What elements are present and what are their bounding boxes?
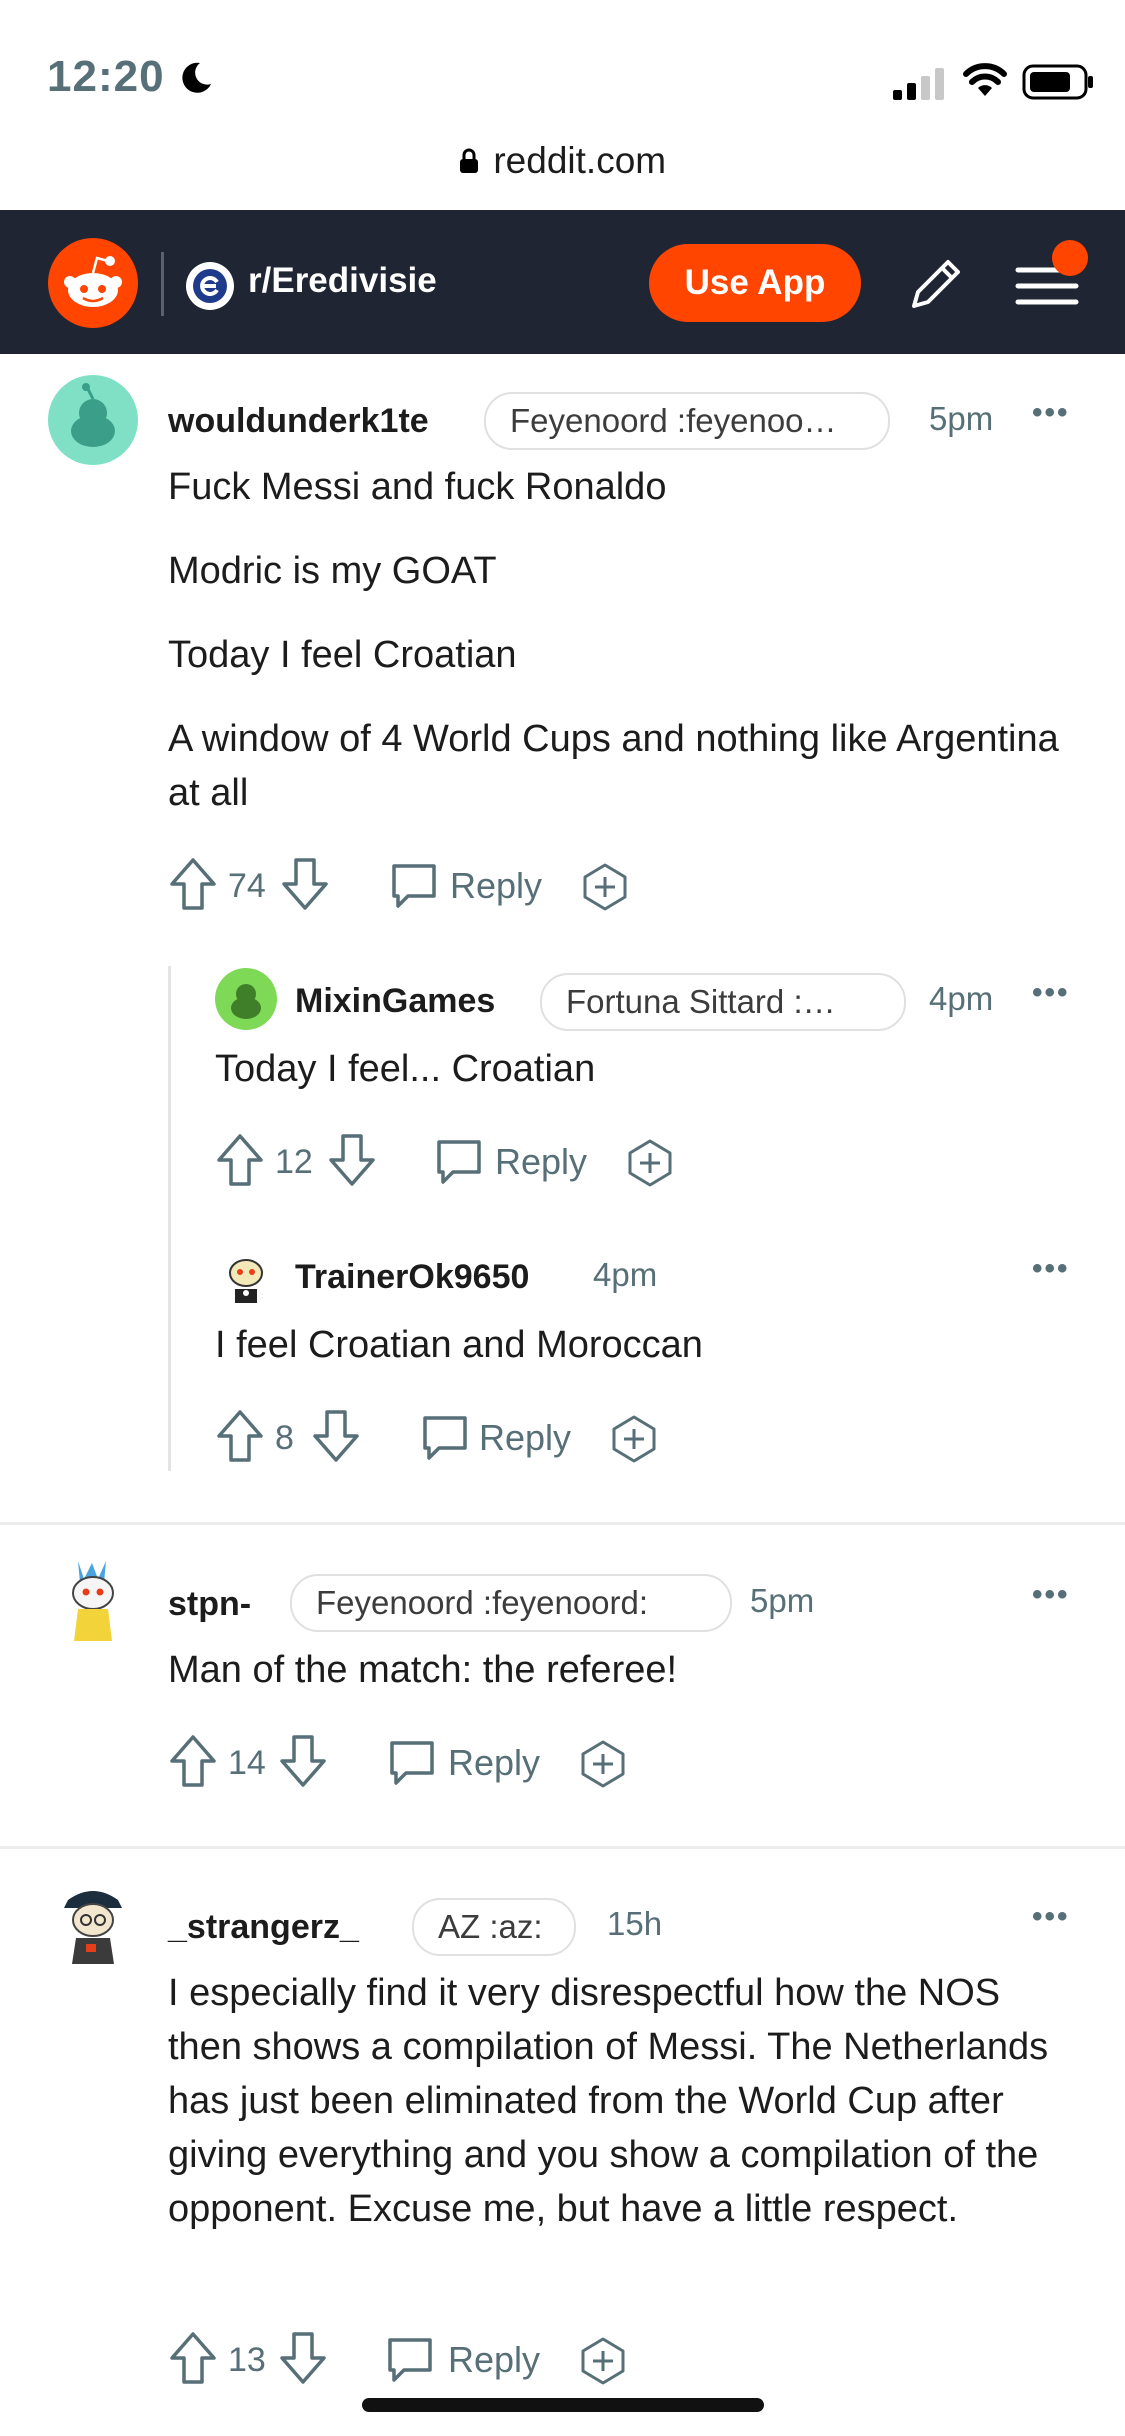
award-icon[interactable]: [578, 2336, 628, 2386]
use-app-button[interactable]: Use App: [649, 244, 861, 322]
lock-icon: [459, 148, 478, 173]
vote-count: 14: [228, 1744, 266, 1782]
comment-body: Man of the match: the referee!: [168, 1643, 1068, 1697]
user-flair: Feyenoord :feyenoo…: [484, 392, 890, 450]
comment-body: I especially find it very disrespectful …: [168, 1966, 1078, 2236]
downvote-icon[interactable]: [278, 1733, 328, 1789]
signal-icon: [893, 68, 944, 100]
comment-actions: 74 Reply: [168, 856, 668, 916]
reply-button[interactable]: Reply: [479, 1408, 571, 1468]
award-icon[interactable]: [609, 1414, 659, 1464]
downvote-icon[interactable]: [278, 2330, 328, 2386]
comment-paragraph: Man of the match: the referee!: [168, 1649, 678, 1691]
reply-button[interactable]: Reply: [450, 856, 542, 916]
subreddit-icon[interactable]: [186, 262, 234, 310]
header-divider: [161, 252, 164, 316]
avatar[interactable]: [48, 1555, 138, 1645]
award-icon[interactable]: [625, 1138, 675, 1188]
reddit-logo-icon[interactable]: [48, 238, 138, 328]
comment-username[interactable]: TrainerOk9650: [295, 1258, 529, 1297]
address-bar[interactable]: reddit.com: [0, 140, 1125, 210]
thread-line[interactable]: [168, 966, 171, 1471]
subreddit-name[interactable]: r/Eredivisie: [248, 261, 437, 301]
reply-icon[interactable]: [433, 1136, 485, 1188]
user-flair: Fortuna Sittard :…: [540, 973, 906, 1031]
more-options-icon[interactable]: •••: [1032, 976, 1070, 1010]
reply-button[interactable]: Reply: [448, 1733, 540, 1793]
comment-body: Today I feel... Croatian: [215, 1042, 1075, 1096]
wifi-icon: [963, 63, 1007, 96]
comment-time: 4pm: [929, 980, 994, 1017]
comment-separator: [0, 1522, 1125, 1525]
vote-count: 12: [275, 1143, 313, 1181]
comment-time: 15h: [607, 1905, 663, 1942]
avatar[interactable]: [48, 375, 138, 465]
more-options-icon[interactable]: •••: [1032, 1900, 1070, 1934]
comment-paragraph: Modric is my GOAT: [168, 550, 497, 592]
comment-separator: [0, 1846, 1125, 1849]
reply-button[interactable]: Reply: [495, 1132, 587, 1192]
notification-dot: [1052, 240, 1088, 276]
more-options-icon[interactable]: •••: [1032, 1252, 1070, 1286]
upvote-icon[interactable]: [215, 1408, 265, 1464]
avatar[interactable]: [215, 1245, 277, 1307]
reply-icon[interactable]: [386, 1737, 438, 1789]
comment-paragraph: I especially find it very disrespectful …: [168, 1972, 1049, 2230]
vote-count: 74: [228, 867, 266, 905]
user-flair: Feyenoord :feyenoord:: [290, 1574, 732, 1632]
avatar[interactable]: [48, 1878, 138, 1968]
reddit-header: r/Eredivisie Use App: [0, 210, 1125, 354]
user-flair: AZ :az:: [412, 1898, 576, 1956]
comment-time: 5pm: [929, 400, 994, 437]
moon-icon: [182, 62, 211, 93]
comment-paragraph: Fuck Messi and fuck Ronaldo: [168, 466, 667, 508]
upvote-icon[interactable]: [168, 1733, 218, 1789]
comment-username[interactable]: _strangerz_: [168, 1908, 359, 1947]
vote-count: 8: [275, 1419, 294, 1457]
comment-actions: 12 Reply: [215, 1132, 695, 1192]
comment-body: Fuck Messi and fuck Ronaldo Modric is my…: [168, 460, 1068, 820]
comment-username[interactable]: wouldunderk1te: [168, 402, 429, 441]
downvote-icon[interactable]: [280, 856, 330, 912]
vote-count: 13: [228, 2341, 266, 2379]
pencil-icon[interactable]: [906, 254, 966, 314]
avatar[interactable]: [215, 968, 277, 1030]
award-icon[interactable]: [580, 862, 630, 912]
comment-time: 5pm: [750, 1582, 815, 1619]
more-options-icon[interactable]: •••: [1032, 396, 1070, 430]
comment-time: 4pm: [593, 1256, 658, 1293]
comment-actions: 14 Reply: [168, 1733, 668, 1793]
comment-paragraph: A window of 4 World Cups and nothing lik…: [168, 718, 1059, 814]
downvote-icon[interactable]: [311, 1408, 361, 1464]
reply-icon[interactable]: [388, 860, 440, 912]
comment-body: I feel Croatian and Moroccan: [215, 1318, 1075, 1372]
upvote-icon[interactable]: [168, 2330, 218, 2386]
more-options-icon[interactable]: •••: [1032, 1578, 1070, 1612]
reply-icon[interactable]: [419, 1412, 471, 1464]
home-indicator[interactable]: [362, 2398, 764, 2412]
award-icon[interactable]: [578, 1739, 628, 1789]
comment-paragraph: I feel Croatian and Moroccan: [215, 1324, 703, 1366]
comment-username[interactable]: stpn-: [168, 1585, 251, 1624]
reply-button[interactable]: Reply: [448, 2330, 540, 2390]
reply-icon[interactable]: [384, 2334, 436, 2386]
upvote-icon[interactable]: [168, 856, 218, 912]
status-time: 12:20: [47, 52, 165, 101]
downvote-icon[interactable]: [327, 1132, 377, 1188]
comment-actions: 13 Reply: [168, 2330, 668, 2390]
comment-username[interactable]: MixinGames: [295, 982, 495, 1021]
comment-actions: 8 Reply: [215, 1408, 685, 1468]
comment-paragraph: Today I feel Croatian: [168, 634, 517, 676]
status-bar: 12:20: [0, 0, 1125, 135]
upvote-icon[interactable]: [215, 1132, 265, 1188]
comment-paragraph: Today I feel... Croatian: [215, 1048, 596, 1090]
url-text: reddit.com: [493, 140, 667, 181]
battery-icon: [1022, 64, 1093, 100]
